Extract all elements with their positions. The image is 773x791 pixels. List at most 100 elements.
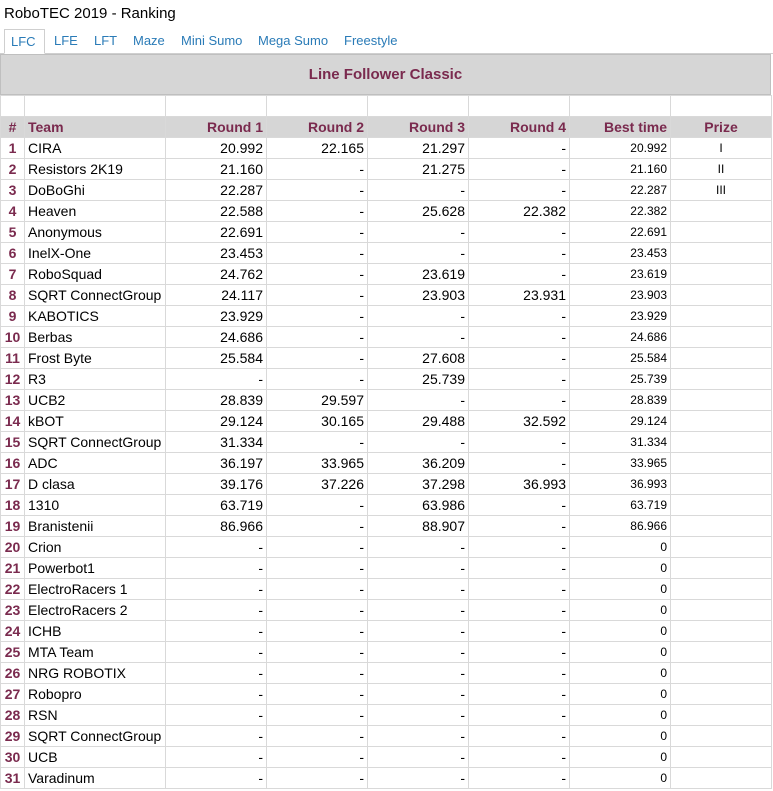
cell-round-4: -	[468, 305, 570, 327]
cell-round-1: 23.929	[165, 305, 267, 327]
cell-round-3: -	[367, 221, 469, 243]
cell-rank: 18	[0, 494, 25, 516]
cell-round-4: -	[468, 746, 570, 768]
cell-best-time: 22.382	[569, 200, 671, 222]
cell-round-2: -	[266, 557, 368, 579]
cell-round-1: -	[165, 746, 267, 768]
cell-round-4: -	[468, 704, 570, 726]
table-row: 1 CIRA 20.992 22.165 21.297-20.992 I	[0, 137, 772, 159]
table-row: 26 NRG ROBOTIX - - - -0	[0, 662, 772, 684]
cell-round-1: 22.287	[165, 179, 267, 201]
cell-round-4: -	[468, 179, 570, 201]
cell-round-1: 24.117	[165, 284, 267, 306]
table-row: 27 Robopro - - - -0	[0, 683, 772, 705]
cell-rank: 11	[0, 347, 25, 369]
table-row: 23 ElectroRacers 2----0	[0, 599, 772, 621]
cell-round-1: 39.176	[165, 473, 267, 495]
cell-rank: 25	[0, 641, 25, 663]
cell-round-1: 21.160	[165, 158, 267, 180]
col-header-round-1[interactable]: Round 1	[165, 116, 267, 138]
cell-round-3: 36.209	[367, 452, 469, 474]
cell-round-1: 22.588	[165, 200, 267, 222]
cell-best-time: 0	[569, 536, 671, 558]
cell-round-2: -	[266, 284, 368, 306]
cell-rank: 2	[0, 158, 25, 180]
cell-best-time: 23.619	[569, 263, 671, 285]
col-header-round-4[interactable]: Round 4	[468, 116, 570, 138]
cell-prize	[670, 704, 772, 726]
cell-best-time: 20.992	[569, 137, 671, 159]
window-title: RoboTEC 2019 - Ranking	[4, 5, 176, 22]
cell-round-1: 36.197	[165, 452, 267, 474]
cell-round-1: -	[165, 368, 267, 390]
cell-team: MTA Team	[24, 641, 166, 663]
cell-round-4: -	[468, 683, 570, 705]
cell-round-3: 25.739	[367, 368, 469, 390]
cell-team: Robopro	[24, 683, 166, 705]
cell-round-2: -	[266, 158, 368, 180]
cell-team: RoboSquad	[24, 263, 166, 285]
table-row: 7 RoboSquad 24.762-23.619-23.619	[0, 263, 772, 285]
cell-round-2: -	[266, 431, 368, 453]
tab-freestyle[interactable]: Freestyle	[338, 29, 403, 54]
cell-best-time: 23.453	[569, 242, 671, 264]
cell-prize	[670, 767, 772, 789]
col-header-rank[interactable]: #	[0, 116, 25, 138]
ranking-table: # Team Round 1 Round 2 Round 3 Round 4 B…	[0, 95, 772, 789]
table-row: 22 ElectroRacers 1----0	[0, 578, 772, 600]
cell-round-1: -	[165, 767, 267, 789]
cell-rank: 26	[0, 662, 25, 684]
cell-prize	[670, 662, 772, 684]
tab-mini-sumo[interactable]: Mini Sumo	[175, 29, 248, 54]
cell-prize	[670, 263, 772, 285]
cell-best-time: 22.287	[569, 179, 671, 201]
spacer-cell	[670, 95, 772, 117]
cell-round-1: 22.691	[165, 221, 267, 243]
cell-rank: 8	[0, 284, 25, 306]
col-header-round-2[interactable]: Round 2	[266, 116, 368, 138]
col-header-round-3[interactable]: Round 3	[367, 116, 469, 138]
cell-prize	[670, 242, 772, 264]
table-row: 25 MTA Team - - - -0	[0, 641, 772, 663]
tab-lfe[interactable]: LFE	[48, 29, 84, 54]
table-row: 24 ICHB - - - -0	[0, 620, 772, 642]
cell-round-1: -	[165, 536, 267, 558]
cell-rank: 20	[0, 536, 25, 558]
tab-bar: LFC LFE LFT Maze Mini Sumo Mega Sumo Fre…	[0, 27, 773, 54]
tab-maze[interactable]: Maze	[127, 29, 171, 54]
cell-best-time: 0	[569, 746, 671, 768]
cell-round-1: 25.584	[165, 347, 267, 369]
cell-prize	[670, 683, 772, 705]
table-row: 31 Varadinum - - - -0	[0, 767, 772, 789]
tab-lft[interactable]: LFT	[88, 29, 123, 54]
cell-round-3: -	[367, 242, 469, 264]
cell-team: Varadinum	[24, 767, 166, 789]
cell-prize	[670, 725, 772, 747]
col-header-prize[interactable]: Prize	[670, 116, 772, 138]
cell-round-4: 23.931	[468, 284, 570, 306]
tab-lfc[interactable]: LFC	[4, 29, 45, 54]
cell-round-1: 28.839	[165, 389, 267, 411]
cell-prize	[670, 620, 772, 642]
cell-round-1: -	[165, 578, 267, 600]
cell-rank: 1	[0, 137, 25, 159]
cell-round-1: 31.334	[165, 431, 267, 453]
cell-best-time: 0	[569, 599, 671, 621]
cell-team: DoBoGhi	[24, 179, 166, 201]
tab-mega-sumo[interactable]: Mega Sumo	[252, 29, 334, 54]
spacer-cell	[569, 95, 671, 117]
cell-team: Frost Byte	[24, 347, 166, 369]
cell-round-1: -	[165, 704, 267, 726]
cell-round-3: 37.298	[367, 473, 469, 495]
cell-round-4: -	[468, 662, 570, 684]
cell-team: kBOT	[24, 410, 166, 432]
cell-round-2: -	[266, 326, 368, 348]
cell-team: KABOTICS	[24, 305, 166, 327]
cell-rank: 14	[0, 410, 25, 432]
table-row: 8 SQRT ConnectGroup 24.117-23.903 23.931 23.…	[0, 284, 772, 306]
cell-team: Powerbot1	[24, 557, 166, 579]
cell-best-time: 22.691	[569, 221, 671, 243]
col-header-team[interactable]: Team	[24, 116, 166, 138]
table-row: 30 UCB - - - -0	[0, 746, 772, 768]
col-header-best-time[interactable]: Best time	[569, 116, 671, 138]
